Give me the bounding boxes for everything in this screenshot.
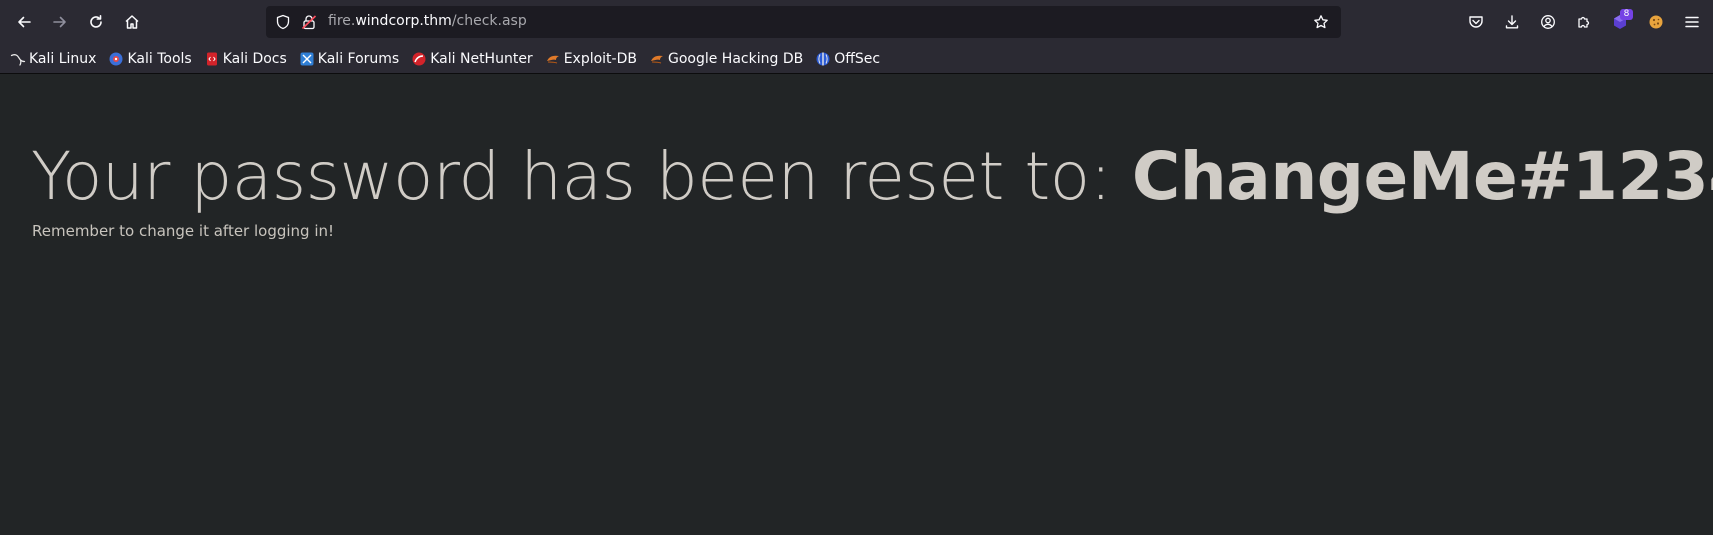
arrow-right-icon xyxy=(53,16,66,28)
hamburger-menu-icon xyxy=(1685,16,1699,28)
url-bar[interactable]: fire.windcorp.thm/check.asp xyxy=(266,6,1341,38)
bookmark-offsec[interactable]: OffSec xyxy=(815,47,880,71)
reset-headline: Your password has been reset to: ChangeM… xyxy=(31,138,1713,215)
bookmark-kali-forums[interactable]: Kali Forums xyxy=(299,47,399,71)
arrow-left-icon xyxy=(18,16,31,28)
insecure-lock-icon[interactable] xyxy=(300,13,318,31)
bookmark-kali-linux[interactable]: Kali Linux xyxy=(10,47,96,71)
puzzle-icon xyxy=(1578,16,1590,28)
bookmark-label: Google Hacking DB xyxy=(667,50,804,67)
url-host-prefix: fire. xyxy=(328,13,356,29)
back-button[interactable] xyxy=(9,7,39,37)
reset-password-value: ChangeMe#1234 xyxy=(1131,138,1713,215)
kali-dragon-icon xyxy=(10,51,26,67)
forward-button[interactable] xyxy=(45,7,75,37)
account-button[interactable] xyxy=(1533,7,1563,37)
extension-foxyproxy-button[interactable]: 8 xyxy=(1605,7,1635,37)
bookmark-label: Kali Tools xyxy=(127,50,192,67)
kali-nethunter-icon xyxy=(411,51,427,67)
extensions-button[interactable] xyxy=(1569,7,1599,37)
bookmark-label: Kali Linux xyxy=(29,50,97,67)
bookmark-kali-tools[interactable]: Kali Tools xyxy=(108,47,192,71)
bookmark-label: Kali Forums xyxy=(317,50,400,67)
bookmark-kali-docs[interactable]: Kali Docs xyxy=(204,47,287,71)
kali-forums-icon xyxy=(299,51,315,67)
bookmark-label: OffSec xyxy=(834,50,881,67)
extension-cookie-button[interactable] xyxy=(1641,7,1671,37)
offsec-icon xyxy=(815,51,831,67)
cookie-icon xyxy=(1649,15,1663,29)
reload-button[interactable] xyxy=(81,7,111,37)
bookmark-label: Kali NetHunter xyxy=(430,50,533,67)
account-icon xyxy=(1541,15,1555,29)
home-button[interactable] xyxy=(117,7,147,37)
kali-docs-icon xyxy=(204,51,220,67)
page-content: Your password has been reset to: ChangeM… xyxy=(0,74,1713,535)
bookmark-google-hacking-db[interactable]: Google Hacking DB xyxy=(649,47,803,71)
kali-tools-icon xyxy=(108,51,124,67)
headline-text: Your password has been reset to: xyxy=(31,138,1132,215)
ghdb-icon xyxy=(649,51,665,67)
pocket-button[interactable] xyxy=(1461,7,1491,37)
url-host-domain: windcorp.thm xyxy=(355,13,452,29)
home-icon xyxy=(125,15,139,29)
bookmark-exploit-db[interactable]: Exploit-DB xyxy=(545,47,637,71)
tracking-protection-shield-icon[interactable] xyxy=(274,13,292,31)
exploit-db-icon xyxy=(545,51,561,67)
downloads-button[interactable] xyxy=(1497,7,1527,37)
nav-toolbar: fire.windcorp.thm/check.asp 8 xyxy=(0,0,1713,44)
pocket-icon xyxy=(1469,16,1483,28)
extension-badge: 8 xyxy=(1620,9,1633,20)
url-text[interactable]: fire.windcorp.thm/check.asp xyxy=(328,13,527,29)
app-menu-button[interactable] xyxy=(1677,7,1707,37)
bookmark-label: Kali Docs xyxy=(222,50,287,67)
reload-icon xyxy=(90,15,102,28)
reset-note: Remember to change it after logging in! xyxy=(32,222,335,240)
browser-window: fire.windcorp.thm/check.asp 8 Kali Linux… xyxy=(0,0,1713,535)
bookmark-kali-nethunter[interactable]: Kali NetHunter xyxy=(411,47,533,71)
url-path: /check.asp xyxy=(451,13,527,29)
bookmark-label: Exploit-DB xyxy=(563,50,637,67)
bookmarks-toolbar: Kali Linux Kali Tools Kali Docs Kali For… xyxy=(0,44,1713,74)
bookmark-star-icon[interactable] xyxy=(1312,13,1330,31)
download-icon xyxy=(1505,15,1519,29)
